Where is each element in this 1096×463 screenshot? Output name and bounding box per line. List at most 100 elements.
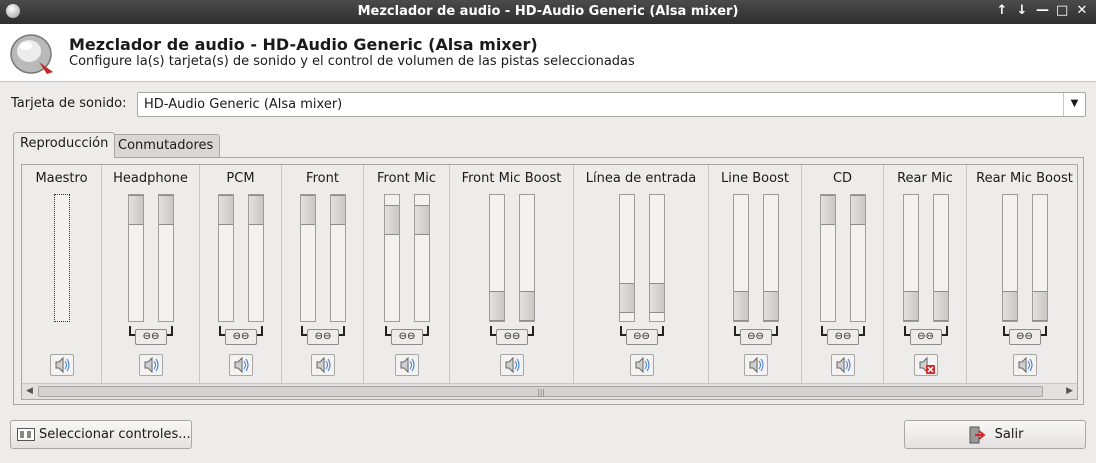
slider-handle[interactable]: [55, 195, 69, 225]
chain-link-icon[interactable]: ⊖⊖: [1008, 329, 1041, 345]
slider-handle[interactable]: [619, 283, 634, 314]
chevron-down-icon[interactable]: ▼: [1063, 93, 1085, 116]
slider-handle[interactable]: [490, 291, 504, 321]
volume-slider[interactable]: [414, 194, 430, 322]
volume-slider[interactable]: [932, 194, 949, 322]
scroll-right-icon[interactable]: ▶: [1066, 386, 1073, 396]
quit-button[interactable]: Salir: [904, 420, 1086, 449]
channel-strip: Línea de entrada ⊖⊖: [574, 165, 709, 383]
sound-card-select[interactable]: HD-Audio Generic (Alsa mixer) ▼: [137, 92, 1086, 117]
slider-handle[interactable]: [249, 195, 263, 225]
window-title: Mezclador de audio - HD-Audio Generic (A…: [357, 4, 739, 19]
speaker-icon: [10, 34, 53, 74]
volume-slider[interactable]: [384, 194, 400, 322]
volume-slider[interactable]: [820, 194, 836, 322]
speaker-icon[interactable]: [500, 354, 524, 376]
volume-slider[interactable]: [489, 194, 505, 322]
channel-name: Línea de entrada: [585, 171, 697, 186]
speaker-icon[interactable]: [743, 354, 768, 376]
volume-slider[interactable]: [648, 194, 665, 322]
slider-handle[interactable]: [415, 204, 429, 235]
channel-lock: ⊖⊖: [1002, 326, 1047, 345]
select-controls-button[interactable]: Seleccionar controles...: [10, 420, 192, 449]
volume-slider[interactable]: [1001, 194, 1018, 322]
tab-playback[interactable]: Reproducción: [13, 132, 116, 158]
chain-link-icon[interactable]: ⊖⊖: [307, 329, 339, 345]
slider-handle[interactable]: [331, 195, 345, 225]
slider-handle[interactable]: [159, 195, 173, 225]
volume-slider[interactable]: [519, 194, 535, 322]
controls-icon: [17, 428, 35, 441]
speaker-icon[interactable]: [139, 354, 163, 376]
volume-slider[interactable]: [54, 194, 70, 322]
slider-handle[interactable]: [649, 283, 664, 314]
slider-handle[interactable]: [219, 195, 233, 225]
slider-handle[interactable]: [385, 204, 399, 235]
channel-name: Rear Mic: [897, 171, 953, 186]
header-subtitle: Configure la(s) tarjeta(s) de sonido y e…: [69, 54, 635, 69]
speaker-icon[interactable]: [395, 354, 419, 376]
horizontal-scrollbar[interactable]: ◀ ||| ▶: [22, 383, 1077, 399]
slider-handle[interactable]: [733, 291, 748, 321]
scroll-left-icon[interactable]: ◀: [26, 386, 33, 396]
channel-strip: Maestro: [22, 165, 102, 383]
chain-link-icon[interactable]: ⊖⊖: [739, 329, 772, 345]
channel-strip: PCM ⊖⊖: [200, 165, 282, 383]
volume-slider[interactable]: [732, 194, 749, 322]
speaker-muted-icon[interactable]: [913, 354, 938, 376]
volume-slider[interactable]: [618, 194, 635, 322]
channel-name: Maestro: [35, 171, 88, 186]
channel-name: Front Mic: [377, 171, 436, 186]
volume-slider[interactable]: [762, 194, 779, 322]
slider-handle[interactable]: [933, 291, 948, 321]
slider-handle[interactable]: [821, 195, 835, 225]
channel-strip: CD ⊖⊖: [802, 165, 884, 383]
slider-handle[interactable]: [301, 195, 315, 225]
slider-handle[interactable]: [763, 291, 778, 321]
channel-lock: ⊖⊖: [733, 326, 778, 345]
slider-handle[interactable]: [851, 195, 865, 225]
channel-lock: ⊖⊖: [490, 326, 534, 345]
channel-name: Line Boost: [721, 171, 789, 186]
volume-slider[interactable]: [218, 194, 234, 322]
chain-link-icon[interactable]: ⊖⊖: [391, 329, 423, 345]
chain-link-icon[interactable]: ⊖⊖: [225, 329, 257, 345]
chain-link-icon[interactable]: ⊖⊖: [909, 329, 942, 345]
speaker-icon[interactable]: [629, 354, 654, 376]
volume-slider[interactable]: [300, 194, 316, 322]
speaker-icon[interactable]: [50, 354, 74, 376]
slider-handle[interactable]: [1032, 291, 1047, 321]
chain-link-icon[interactable]: ⊖⊖: [135, 329, 167, 345]
channel-strip: Front ⊖⊖: [282, 165, 364, 383]
scrollbar-thumb[interactable]: |||: [38, 386, 1043, 397]
volume-slider[interactable]: [330, 194, 346, 322]
channel-lock: ⊖⊖: [219, 326, 263, 345]
volume-slider[interactable]: [1031, 194, 1048, 322]
speaker-icon[interactable]: [229, 354, 253, 376]
close-button[interactable]: ✕: [1076, 3, 1088, 19]
volume-slider[interactable]: [902, 194, 919, 322]
channel-strip: Rear Mic ⊖⊖: [884, 165, 967, 383]
speaker-icon[interactable]: [311, 354, 335, 376]
chain-link-icon[interactable]: ⊖⊖: [496, 329, 528, 345]
speaker-icon[interactable]: [1012, 354, 1037, 376]
slider-handle[interactable]: [129, 195, 143, 225]
channel-lock: ⊖⊖: [129, 326, 173, 345]
slider-handle[interactable]: [903, 291, 918, 321]
chain-link-icon[interactable]: ⊖⊖: [827, 329, 859, 345]
slider-handle[interactable]: [1002, 291, 1017, 321]
volume-slider[interactable]: [248, 194, 264, 322]
slider-handle[interactable]: [520, 291, 534, 321]
chain-link-icon[interactable]: ⊖⊖: [625, 329, 658, 345]
tab-switches[interactable]: Conmutadores: [111, 134, 221, 158]
speaker-icon[interactable]: [831, 354, 855, 376]
minimize-button[interactable]: —: [1036, 3, 1049, 19]
volume-slider[interactable]: [128, 194, 144, 322]
volume-slider[interactable]: [158, 194, 174, 322]
title-bar: Mezclador de audio - HD-Audio Generic (A…: [0, 0, 1096, 24]
maximize-button[interactable]: □: [1056, 3, 1068, 19]
shade-down-button[interactable]: ↓: [1016, 3, 1028, 19]
select-controls-label: Seleccionar controles...: [39, 427, 191, 442]
shade-up-button[interactable]: ↑: [996, 3, 1008, 19]
volume-slider[interactable]: [850, 194, 866, 322]
